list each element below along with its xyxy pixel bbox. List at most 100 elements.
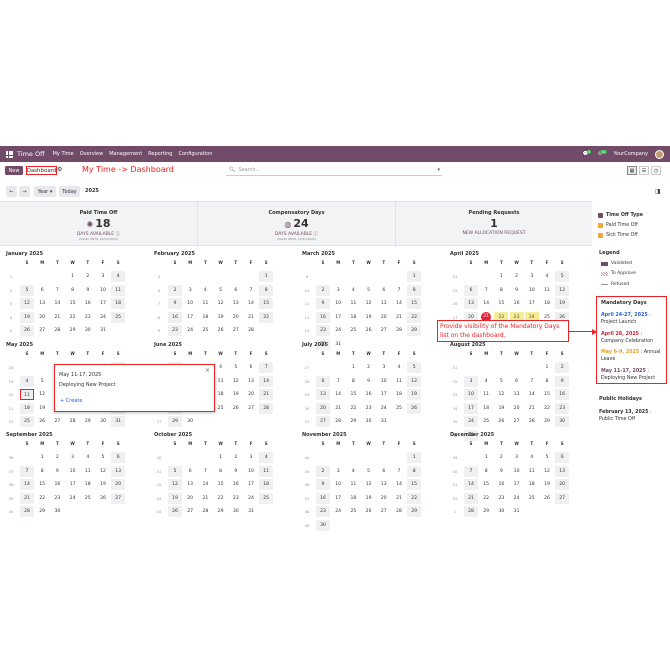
calendar-day[interactable]: 18 xyxy=(540,298,554,309)
calendar-day[interactable]: 26 xyxy=(362,506,376,517)
calendar-day[interactable]: 20 xyxy=(244,389,258,400)
calendar-day[interactable]: 8 xyxy=(259,284,274,296)
calendar-day[interactable]: 13 xyxy=(377,479,391,490)
calendar-day[interactable]: 20 xyxy=(377,493,391,504)
calendar-day[interactable]: 22 xyxy=(540,403,554,414)
calendar-day[interactable]: 21 xyxy=(50,312,64,323)
calendar-day[interactable]: 15 xyxy=(479,479,493,490)
calendar-day[interactable]: 13 xyxy=(183,479,197,490)
calendar-day[interactable]: 4 xyxy=(479,376,493,387)
calendar-day[interactable]: 14 xyxy=(259,375,274,387)
calendar-day[interactable]: 24 xyxy=(331,506,345,517)
calendar-day[interactable]: 15 xyxy=(35,479,49,490)
filter-paid-time-off[interactable]: Paid Time Off xyxy=(598,223,638,228)
calendar-day[interactable]: 14 xyxy=(331,389,345,400)
calendar-day[interactable]: 26 xyxy=(229,403,243,414)
calendar-day[interactable]: 29 xyxy=(407,506,422,517)
calendar-day[interactable]: 4 xyxy=(20,375,34,387)
compensatory-days-card[interactable]: Compensatory Days ◍ 24 DAYS AVAILABLE ⓘ (… xyxy=(198,202,395,247)
calendar-day[interactable]: 28 xyxy=(525,416,539,427)
calendar-day[interactable]: 11 xyxy=(214,376,228,387)
calendar-day[interactable]: 29 xyxy=(346,416,360,427)
calendar-day[interactable]: 6 xyxy=(35,285,49,296)
calendar-day[interactable]: 5 xyxy=(214,285,228,296)
calendar-day[interactable]: 16 xyxy=(316,492,330,504)
calendar-day[interactable]: 3 xyxy=(510,452,524,463)
calendar-day[interactable]: 4 xyxy=(346,285,360,296)
pending-requests-card[interactable]: Pending Requests 1 NEW ALLOCATION REQUES… xyxy=(396,202,592,247)
calendar-day[interactable]: 6 xyxy=(229,285,243,296)
menu-management[interactable]: Management xyxy=(109,151,142,157)
calendar-day[interactable]: 22 xyxy=(407,492,422,504)
calendar-day[interactable]: 16 xyxy=(229,479,243,490)
calendar-day[interactable]: 12 xyxy=(362,479,376,490)
calendar-day[interactable]: 3 xyxy=(66,452,80,463)
calendar-day[interactable]: 27 xyxy=(244,403,258,414)
calendar-day[interactable]: 12 xyxy=(35,389,49,400)
calendar-day[interactable]: 24 xyxy=(510,493,524,504)
calendar-day[interactable]: 21 xyxy=(392,312,406,323)
calendar-day[interactable]: 27 xyxy=(555,492,570,504)
new-button[interactable]: New xyxy=(5,166,23,175)
calendar-day[interactable]: 3 xyxy=(331,285,345,296)
calendar-day[interactable]: 5 xyxy=(168,465,182,477)
calendar-day[interactable]: 3 xyxy=(244,452,258,463)
calendar-day[interactable]: 20 xyxy=(229,312,243,323)
calendar-day[interactable]: 23 xyxy=(316,506,330,517)
calendar-day[interactable]: 17 xyxy=(331,493,345,504)
app-grid-icon[interactable] xyxy=(6,150,13,158)
calendar-day[interactable]: 10 xyxy=(464,389,478,400)
calendar-day[interactable]: 3 xyxy=(331,466,345,477)
year-scale-button[interactable]: Year ▾ xyxy=(34,186,56,197)
calendar-day[interactable]: 15 xyxy=(494,298,508,309)
calendar-day[interactable]: 19 xyxy=(540,479,554,490)
chat-icon[interactable]: 💬 5 xyxy=(583,150,592,157)
calendar-day[interactable]: 4 xyxy=(198,285,212,296)
calendar-day[interactable]: 26 xyxy=(35,416,49,427)
calendar-day[interactable]: 1 xyxy=(66,271,80,282)
calendar-day[interactable]: 7 xyxy=(392,466,406,477)
calendar-day[interactable]: 29 xyxy=(214,506,228,517)
calendar-day[interactable]: 31 xyxy=(96,325,110,336)
calendar-day[interactable]: 29 xyxy=(540,416,554,427)
calendar-day[interactable]: 25 xyxy=(346,325,360,336)
calendar-day[interactable]: 21 xyxy=(392,493,406,504)
calendar-day[interactable]: 18 xyxy=(392,389,406,400)
search-input[interactable]: 🔍︎ Search... ▾ xyxy=(226,165,442,176)
calendar-day[interactable]: 31 xyxy=(510,506,524,517)
calendar-day[interactable]: 12 xyxy=(540,466,554,477)
public-holiday-item[interactable]: February 13, 2025 : Public Time Off xyxy=(599,409,667,423)
calendar-day[interactable]: 12 xyxy=(214,298,228,309)
calendar-day[interactable]: 19 xyxy=(96,479,110,490)
calendar-day[interactable]: 9 xyxy=(494,466,508,477)
calendar-day[interactable]: 24 xyxy=(331,325,345,336)
calendar-day[interactable]: 30 xyxy=(316,519,330,531)
calendar-day[interactable]: 5 xyxy=(555,271,570,282)
mandatory-day-item[interactable]: May 6-9, 2025 : Annual Leave xyxy=(601,349,665,363)
calendar-day[interactable]: 6 xyxy=(111,452,126,463)
calendar-day[interactable]: 20 xyxy=(35,312,49,323)
close-icon[interactable]: × xyxy=(205,367,210,374)
create-button[interactable]: + Create xyxy=(60,398,82,404)
prev-button[interactable]: ← xyxy=(6,186,17,197)
calendar-day[interactable]: 17 xyxy=(510,479,524,490)
calendar-day[interactable]: 19 xyxy=(214,312,228,323)
menu-overview[interactable]: Overview xyxy=(80,151,104,157)
calendar-day[interactable]: 6 xyxy=(555,452,570,463)
calendar-day[interactable]: 8 xyxy=(479,466,493,477)
calendar-view-button[interactable]: ▦ xyxy=(627,166,637,175)
calendar-day[interactable]: 3 xyxy=(377,362,391,373)
calendar-day[interactable]: 1 xyxy=(479,452,493,463)
calendar-day[interactable]: 27 xyxy=(35,325,49,336)
calendar-day[interactable]: 5 xyxy=(35,376,49,387)
calendar-day[interactable]: 28 xyxy=(259,402,274,414)
calendar-day[interactable]: 11 xyxy=(540,285,554,296)
calendar-day[interactable]: 18 xyxy=(525,479,539,490)
calendar-day[interactable]: 16 xyxy=(81,298,95,309)
calendar-day[interactable]: 28 xyxy=(20,506,34,517)
calendar-day[interactable]: 9 xyxy=(510,285,524,296)
calendar-day[interactable]: 23 xyxy=(50,493,64,504)
calendar-day[interactable]: 18 xyxy=(479,403,493,414)
calendar-day[interactable]: 27 xyxy=(316,416,330,427)
calendar-day[interactable]: 12 xyxy=(20,298,34,309)
